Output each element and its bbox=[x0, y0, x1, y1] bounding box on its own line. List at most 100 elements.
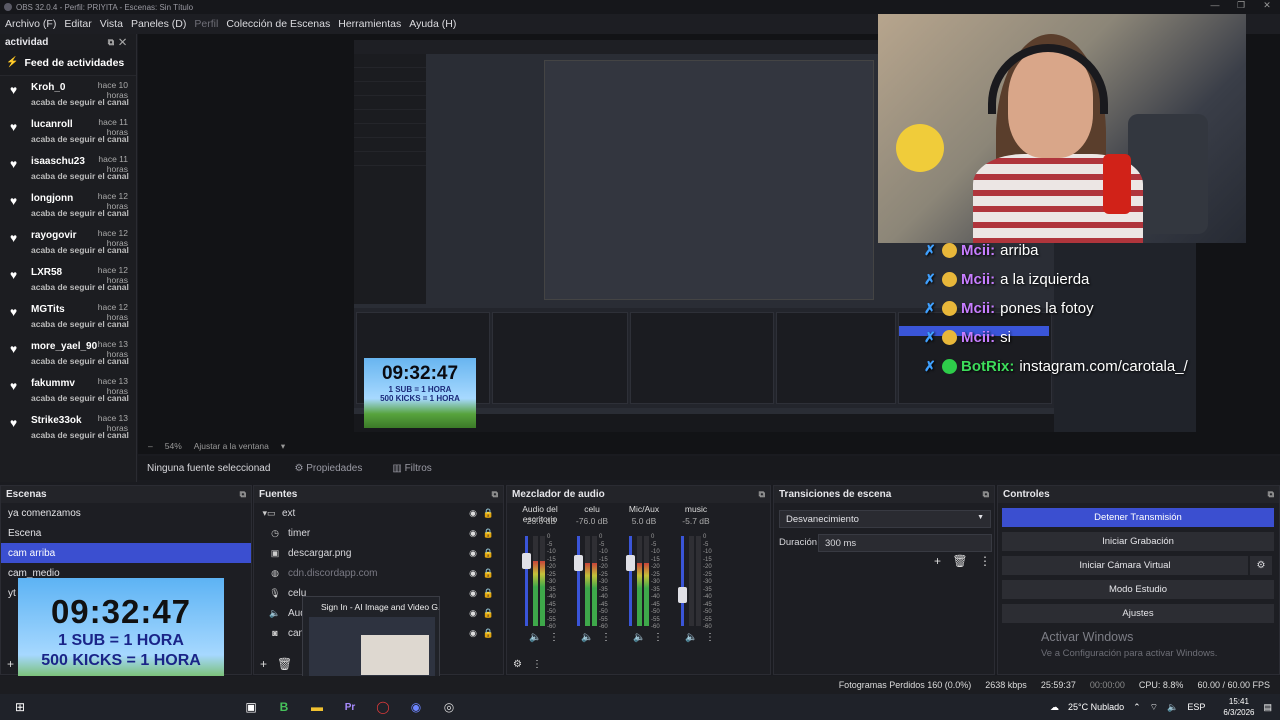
dock-controls[interactable]: ⧉✕ bbox=[108, 37, 131, 48]
fader-knob[interactable] bbox=[626, 555, 635, 571]
discord-icon[interactable]: ◉ bbox=[403, 696, 429, 718]
visibility-eye-icon[interactable]: ◉ bbox=[469, 588, 477, 599]
start-virtual-camera-button[interactable]: Iniciar Cámara Virtual bbox=[1002, 556, 1248, 575]
visibility-eye-icon[interactable]: ◉ bbox=[469, 528, 477, 539]
gear-icon[interactable]: ⚙ bbox=[1250, 556, 1272, 575]
remove-transition-button[interactable]: 🗑 bbox=[952, 554, 967, 568]
volume-fader[interactable] bbox=[629, 536, 632, 626]
menu-coleccion[interactable]: Colección de Escenas bbox=[226, 18, 330, 30]
zoom-value[interactable]: 54% bbox=[165, 441, 182, 451]
filters-button[interactable]: ▥ Filtros bbox=[386, 459, 437, 478]
dock-popout-icon[interactable]: ⧉ bbox=[759, 489, 765, 500]
tray-expand-icon[interactable]: ⌃ bbox=[1133, 702, 1141, 713]
lock-icon[interactable]: 🔒 bbox=[483, 508, 494, 519]
mute-speaker-icon[interactable]: 🔈 bbox=[633, 632, 645, 643]
stop-stream-button[interactable]: Detener Transmisión bbox=[1002, 508, 1274, 527]
zoom-fit[interactable]: Ajustar a la ventana bbox=[194, 441, 269, 451]
mute-speaker-icon[interactable]: 🔈 bbox=[529, 632, 541, 643]
mixer-menu-icon[interactable]: ⋮ bbox=[532, 659, 542, 670]
fader-knob[interactable] bbox=[574, 555, 583, 571]
mute-speaker-icon[interactable]: 🔈 bbox=[685, 632, 697, 643]
visibility-eye-icon[interactable]: ◉ bbox=[469, 568, 477, 579]
source-item[interactable]: ◷ timer ◉ 🔒 bbox=[254, 523, 503, 543]
duration-input[interactable]: 300 ms bbox=[818, 534, 992, 552]
menu-editar[interactable]: Editar bbox=[64, 18, 91, 30]
dock-popout-icon[interactable]: ⧉ bbox=[240, 489, 246, 500]
menu-herramientas[interactable]: Herramientas bbox=[338, 18, 401, 30]
preview-area[interactable]: 09:32:47 1 SUB = 1 HORA 500 KICKS = 1 HO… bbox=[138, 14, 1280, 438]
app-b-icon[interactable]: B bbox=[271, 696, 297, 718]
windows-start-icon[interactable]: ⊞ bbox=[7, 696, 33, 718]
channel-menu-icon[interactable]: ⋮ bbox=[601, 632, 611, 643]
visibility-eye-icon[interactable]: ◉ bbox=[469, 508, 477, 519]
clock[interactable]: 15:41 6/3/2026 bbox=[1214, 696, 1254, 718]
mute-speaker-icon[interactable]: 🔈 bbox=[581, 632, 593, 643]
lock-icon[interactable]: 🔒 bbox=[483, 568, 494, 579]
scene-item[interactable]: ya comenzamos bbox=[1, 503, 251, 523]
transitions-title: Transiciones de escena bbox=[779, 489, 892, 500]
wifi-icon[interactable]: ⌔ bbox=[1150, 702, 1158, 713]
volume-fader[interactable] bbox=[525, 536, 528, 626]
transition-select[interactable]: Desvanecimiento ▼ bbox=[779, 510, 991, 528]
zoom-dropdown-icon[interactable]: ▾ bbox=[281, 441, 285, 452]
menu-paneles[interactable]: Paneles (D) bbox=[131, 18, 186, 30]
visibility-eye-icon[interactable]: ◉ bbox=[469, 608, 477, 619]
lock-icon[interactable]: 🔒 bbox=[483, 628, 494, 639]
lock-icon[interactable]: 🔒 bbox=[483, 528, 494, 539]
visibility-eye-icon[interactable]: ◉ bbox=[469, 628, 477, 639]
maximize-icon[interactable]: ❐ bbox=[1228, 0, 1254, 11]
studio-mode-button[interactable]: Modo Estudio bbox=[1002, 580, 1274, 599]
close-icon[interactable]: ✕ bbox=[1254, 0, 1280, 11]
opera-icon[interactable]: ◯ bbox=[370, 696, 396, 718]
dock-popout-icon[interactable]: ⧉ bbox=[983, 489, 989, 500]
transitions-dock: Transiciones de escena ⧉ Desvanecimiento … bbox=[773, 485, 995, 675]
weather-icon[interactable]: ☁ bbox=[1050, 702, 1059, 713]
obs-icon[interactable]: ◎ bbox=[436, 696, 462, 718]
scene-item[interactable]: Escena bbox=[1, 523, 251, 543]
channel-db: -76.0 dB bbox=[575, 516, 609, 526]
menu-archivo[interactable]: Archivo (F) bbox=[5, 18, 56, 30]
premiere-icon[interactable]: Pr bbox=[337, 696, 363, 718]
menu-perfil[interactable]: Perfil bbox=[194, 18, 218, 30]
add-source-button[interactable]: + bbox=[260, 657, 267, 671]
visibility-eye-icon[interactable]: ◉ bbox=[469, 548, 477, 559]
fader-knob[interactable] bbox=[522, 553, 531, 570]
properties-button[interactable]: ⚙ Propiedades bbox=[288, 459, 368, 478]
taskbar-preview-tooltip[interactable]: Sign In - AI Image and Video G... bbox=[302, 596, 440, 688]
source-item[interactable]: ◍ cdn.discordapp.com ◉ 🔒 bbox=[254, 563, 503, 583]
transition-menu-icon[interactable]: ⋮ bbox=[979, 554, 991, 568]
weather-text[interactable]: 25°C Nublado bbox=[1068, 702, 1124, 712]
mixer-settings-icon[interactable]: ⚙ bbox=[513, 659, 522, 670]
notification-icon[interactable]: ▤ bbox=[1263, 702, 1272, 713]
fader-knob[interactable] bbox=[678, 586, 687, 603]
lock-icon[interactable]: 🔒 bbox=[483, 548, 494, 559]
menu-vista[interactable]: Vista bbox=[100, 18, 123, 30]
channel-menu-icon[interactable]: ⋮ bbox=[705, 632, 715, 643]
mixer-footer: ⚙ ⋮ bbox=[507, 654, 770, 674]
volume-fader[interactable] bbox=[577, 536, 580, 626]
source-item[interactable]: ▣ descargar.png ◉ 🔒 bbox=[254, 543, 503, 563]
start-recording-button[interactable]: Iniciar Grabación bbox=[1002, 532, 1274, 551]
remove-source-button[interactable]: 🗑 bbox=[277, 657, 292, 671]
dock-popout-icon[interactable]: ⧉ bbox=[492, 489, 498, 500]
menu-ayuda[interactable]: Ayuda (H) bbox=[409, 18, 456, 30]
zoom-minus[interactable]: – bbox=[148, 441, 153, 451]
volume-fader[interactable] bbox=[681, 536, 684, 626]
language-indicator[interactable]: ESP bbox=[1187, 702, 1205, 712]
file-explorer-icon[interactable]: ▬ bbox=[304, 696, 330, 718]
scene-item[interactable]: cam arriba bbox=[1, 543, 251, 563]
level-meter-left bbox=[585, 536, 590, 626]
lock-icon[interactable]: 🔒 bbox=[483, 608, 494, 619]
settings-button[interactable]: Ajustes bbox=[1002, 604, 1274, 623]
dock-popout-icon[interactable]: ⧉ bbox=[1268, 489, 1274, 500]
minimize-icon[interactable]: — bbox=[1202, 0, 1228, 11]
lock-icon[interactable]: 🔒 bbox=[483, 588, 494, 599]
add-transition-button[interactable]: + bbox=[934, 554, 941, 568]
task-view-icon[interactable]: ▣ bbox=[238, 696, 264, 718]
channel-menu-icon[interactable]: ⋮ bbox=[549, 632, 559, 643]
moderator-icon: ✗ bbox=[924, 329, 936, 345]
source-item[interactable]: ▾▭ ext ◉ 🔒 bbox=[254, 503, 503, 523]
volume-icon[interactable]: 🔈 bbox=[1167, 702, 1178, 713]
channel-menu-icon[interactable]: ⋮ bbox=[653, 632, 663, 643]
add-scene-button[interactable]: + bbox=[7, 657, 14, 671]
